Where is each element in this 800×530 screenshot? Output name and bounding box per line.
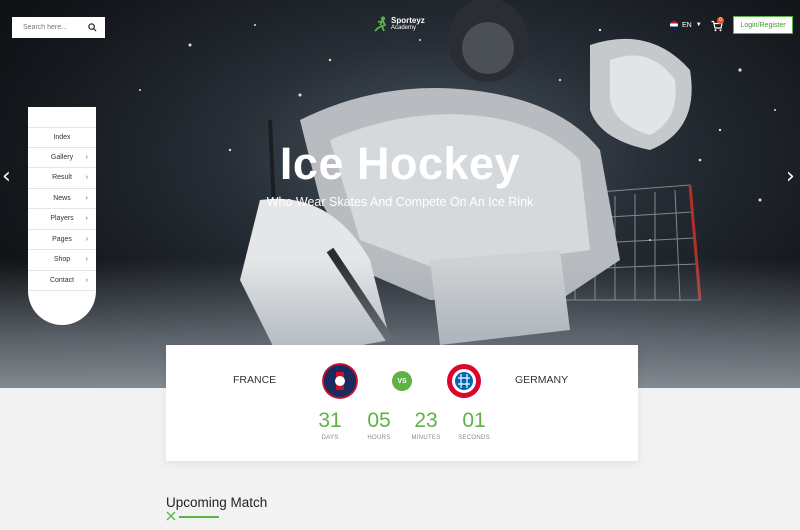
nav-item-label: Index bbox=[53, 133, 71, 141]
nav-item-contact[interactable]: Contact › bbox=[28, 271, 96, 291]
login-register-button[interactable]: Login/Register bbox=[733, 16, 793, 34]
search-input[interactable] bbox=[23, 24, 83, 31]
title-underline bbox=[179, 516, 219, 518]
nav-item-pages[interactable]: Pages › bbox=[28, 230, 96, 250]
language-label: EN bbox=[682, 21, 692, 29]
countdown-hours: 05 HOURS bbox=[359, 409, 399, 441]
chevron-down-icon: ▼ bbox=[695, 22, 702, 28]
chevron-right-icon: › bbox=[85, 174, 88, 181]
hero-title: Ice Hockey bbox=[279, 138, 521, 189]
slider-prev-arrow-icon[interactable]: ‹ bbox=[2, 164, 11, 189]
chevron-right-icon: › bbox=[85, 235, 88, 243]
nav-item-label: Gallery bbox=[50, 153, 74, 161]
countdown-seconds: 01 SECONDS bbox=[454, 409, 494, 441]
crossed-sticks-icon bbox=[166, 511, 176, 521]
minutes-label: MINUTES bbox=[411, 435, 441, 441]
hero-subtitle: Who Wear Skates And Compete On An Ice Ri… bbox=[266, 195, 534, 209]
nav-item-label: Result bbox=[52, 174, 72, 182]
brand-subtitle: Academy bbox=[391, 25, 417, 31]
search-box[interactable] bbox=[12, 17, 105, 38]
language-selector[interactable]: EN ▼ bbox=[670, 21, 702, 29]
side-navigation: Index Gallery › Result › News › Players › Pa… bbox=[28, 107, 96, 325]
nav-item-label: News bbox=[53, 194, 71, 202]
seconds-label: SECONDS bbox=[458, 435, 490, 441]
match-card: FRANCE VS GERMANY 31 DAYS 05 HOURS 23 MI… bbox=[166, 345, 638, 461]
countdown-minutes: 23 MINUTES bbox=[406, 409, 446, 441]
nav-item-label: Pages bbox=[52, 235, 72, 243]
chevron-right-icon: › bbox=[85, 276, 88, 284]
nav-item-gallery[interactable]: Gallery › bbox=[28, 148, 96, 168]
seconds-value: 01 bbox=[462, 409, 486, 432]
chevron-right-icon: › bbox=[85, 194, 88, 202]
vs-badge: VS bbox=[392, 371, 412, 391]
nav-item-result[interactable]: Result › bbox=[28, 168, 96, 189]
days-value: 31 bbox=[318, 409, 342, 432]
chevron-right-icon: › bbox=[85, 153, 88, 161]
nav-item-shop[interactable]: Shop › bbox=[28, 250, 96, 271]
nav-item-players[interactable]: Players › bbox=[28, 209, 96, 230]
upcoming-match-title: Upcoming Match bbox=[166, 495, 268, 510]
nav-item-index[interactable]: Index bbox=[28, 127, 96, 148]
uk-flag-icon bbox=[670, 21, 678, 29]
brand-name: Sporteyz bbox=[391, 16, 425, 25]
bayern-crest-icon[interactable] bbox=[446, 363, 482, 399]
nav-item-label: Players bbox=[50, 215, 74, 223]
countdown-days: 31 DAYS bbox=[310, 409, 350, 441]
slider-next-arrow-icon[interactable]: › bbox=[786, 164, 795, 189]
days-label: DAYS bbox=[321, 435, 339, 441]
cart-count-badge: 0 bbox=[717, 17, 724, 24]
hero-banner bbox=[0, 0, 800, 388]
away-team-name: GERMANY bbox=[515, 374, 569, 386]
site-logo[interactable]: Sporteyz Academy bbox=[374, 16, 425, 32]
search-icon[interactable] bbox=[88, 23, 97, 32]
psg-crest-icon[interactable] bbox=[322, 363, 358, 399]
chevron-right-icon: › bbox=[85, 256, 88, 263]
runner-logo-icon bbox=[374, 16, 387, 32]
minutes-value: 23 bbox=[414, 409, 438, 432]
hours-value: 05 bbox=[367, 409, 391, 432]
nav-item-news[interactable]: News › bbox=[28, 189, 96, 209]
nav-item-label: Contact bbox=[49, 276, 75, 284]
hours-label: HOURS bbox=[367, 435, 391, 441]
chevron-right-icon: › bbox=[85, 215, 88, 222]
nav-item-label: Shop bbox=[53, 256, 71, 264]
home-team-name: FRANCE bbox=[233, 374, 277, 386]
